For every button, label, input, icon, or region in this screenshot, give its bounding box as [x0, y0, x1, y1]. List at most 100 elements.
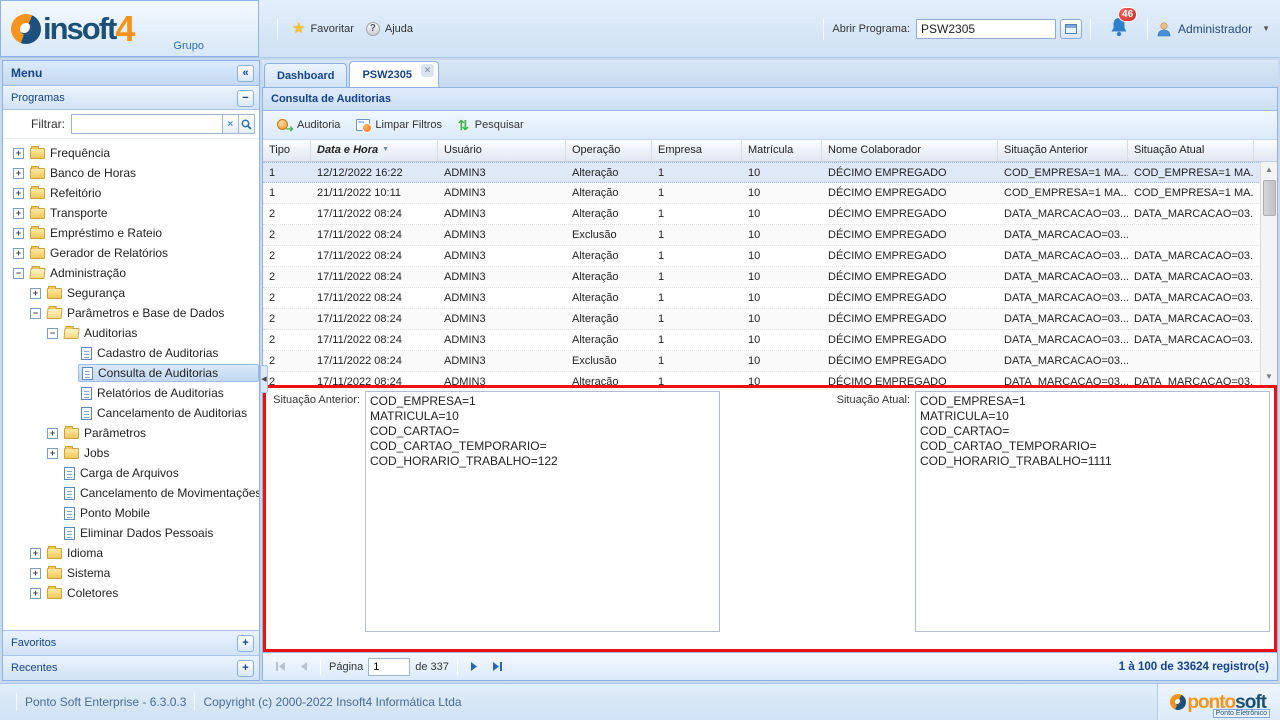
tree-item-coletores[interactable]: +Coletores: [5, 583, 259, 603]
programs-header[interactable]: Programas −: [3, 86, 259, 110]
table-row[interactable]: 112/12/2022 16:22ADMIN3Alteração110DÉCIM…: [263, 162, 1277, 183]
tree-expander-icon[interactable]: +: [13, 148, 24, 159]
tree-item-ponto-mobile[interactable]: Ponto Mobile: [5, 503, 259, 523]
splitter-collapse-handle[interactable]: ◀: [260, 365, 268, 393]
scroll-up-icon[interactable]: ▲: [1261, 162, 1277, 178]
tree-expander-icon[interactable]: +: [47, 448, 58, 459]
next-page-button[interactable]: [466, 658, 484, 676]
tree-item-jobs[interactable]: +Jobs: [5, 443, 259, 463]
tree-item-empr-stimo-e-rateio[interactable]: +Empréstimo e Rateio: [5, 223, 259, 243]
table-row[interactable]: 217/11/2022 08:24ADMIN3Alteração110DÉCIM…: [263, 330, 1277, 351]
column-header-situa-o-atual[interactable]: Situação Atual: [1128, 140, 1254, 161]
tree-item-banco-de-horas[interactable]: +Banco de Horas: [5, 163, 259, 183]
open-program-button[interactable]: [1060, 19, 1082, 39]
favorite-button[interactable]: ★ Favoritar: [286, 17, 360, 40]
tree-item-label: Carga de Arquivos: [80, 466, 179, 480]
column-header-opera-o[interactable]: Operação: [566, 140, 652, 161]
folder-icon: [64, 428, 79, 439]
last-page-button[interactable]: [489, 658, 507, 676]
column-header-tipo[interactable]: Tipo: [263, 140, 311, 161]
tree-expander-icon[interactable]: +: [30, 548, 41, 559]
table-row[interactable]: 217/11/2022 08:24ADMIN3Alteração110DÉCIM…: [263, 372, 1277, 385]
scroll-down-icon[interactable]: ▼: [1261, 369, 1277, 385]
search-button[interactable]: ⇄ Pesquisar: [451, 115, 531, 135]
tree-item-refeit-rio[interactable]: +Refeitório: [5, 183, 259, 203]
tree-item-frequ-ncia[interactable]: +Frequência: [5, 143, 259, 163]
programs-collapse-button[interactable]: −: [237, 90, 254, 107]
tree-expander-icon[interactable]: +: [13, 188, 24, 199]
tree-expander-icon[interactable]: +: [30, 568, 41, 579]
notifications-button[interactable]: 46: [1109, 16, 1129, 41]
vertical-scrollbar[interactable]: ▲ ▼: [1260, 162, 1277, 385]
tree-expander-icon[interactable]: +: [30, 288, 41, 299]
tree-expander-icon[interactable]: +: [13, 208, 24, 219]
collapse-sidebar-button[interactable]: «: [237, 65, 254, 82]
previous-page-button[interactable]: [294, 658, 312, 676]
column-header-empresa[interactable]: Empresa: [652, 140, 742, 161]
close-tab-icon[interactable]: ✕: [421, 64, 434, 77]
tree-expander-icon[interactable]: +: [13, 168, 24, 179]
tree-item-seguran-a[interactable]: +Segurança: [5, 283, 259, 303]
tree-expander-icon[interactable]: +: [47, 428, 58, 439]
column-header-nome-colaborador[interactable]: Nome Colaborador: [822, 140, 998, 161]
open-program-input[interactable]: [916, 19, 1056, 39]
tree-item-consulta-de-auditorias[interactable]: Consulta de Auditorias: [5, 363, 259, 383]
filter-clear-button[interactable]: ×: [222, 114, 238, 134]
filter-search-button[interactable]: [238, 114, 255, 134]
tree-item-administra-o[interactable]: −Administração: [5, 263, 259, 283]
column-header-matr-cula[interactable]: Matrícula: [742, 140, 822, 161]
column-header-situa-o-anterior[interactable]: Situação Anterior: [998, 140, 1128, 161]
tree-expander-icon[interactable]: −: [13, 268, 24, 279]
table-cell: ADMIN3: [438, 351, 566, 371]
filter-input[interactable]: [71, 114, 222, 134]
column-header-data-e-hora[interactable]: Data e Hora▼: [311, 140, 438, 161]
tree-item-relat-rios-de-auditorias[interactable]: Relatórios de Auditorias: [5, 383, 259, 403]
page-number-input[interactable]: [368, 658, 410, 676]
tab-psw2305[interactable]: PSW2305 ✕: [349, 61, 439, 87]
previous-situation-field[interactable]: COD_EMPRESA=1 MATRICULA=10 COD_CARTAO= C…: [365, 391, 720, 632]
favorites-section[interactable]: Favoritos +: [3, 630, 259, 655]
column-header-usu-rio[interactable]: Usuário: [438, 140, 566, 161]
tree-item-gerador-de-relat-rios[interactable]: +Gerador de Relatórios: [5, 243, 259, 263]
tree-item-idioma[interactable]: +Idioma: [5, 543, 259, 563]
tree-item-carga-de-arquivos[interactable]: Carga de Arquivos: [5, 463, 259, 483]
table-row[interactable]: 217/11/2022 08:24ADMIN3Exclusão110DÉCIMO…: [263, 351, 1277, 372]
scrollbar-thumb[interactable]: [1263, 180, 1276, 216]
tree-item-transporte[interactable]: +Transporte: [5, 203, 259, 223]
user-menu-button[interactable]: Administrador ▼: [1156, 21, 1270, 37]
recents-expand-button[interactable]: +: [237, 660, 254, 677]
tree-item-cadastro-de-auditorias[interactable]: Cadastro de Auditorias: [5, 343, 259, 363]
tree-item-par-metros-e-base-de-dados[interactable]: −Parâmetros e Base de Dados: [5, 303, 259, 323]
tree-item-sistema[interactable]: +Sistema: [5, 563, 259, 583]
tree-expander-icon[interactable]: −: [47, 328, 58, 339]
tab-dashboard[interactable]: Dashboard: [264, 63, 347, 87]
tree-item-par-metros[interactable]: +Parâmetros: [5, 423, 259, 443]
table-cell: ADMIN3: [438, 163, 566, 182]
table-row[interactable]: 217/11/2022 08:24ADMIN3Alteração110DÉCIM…: [263, 204, 1277, 225]
audit-button[interactable]: Auditoria: [269, 115, 347, 135]
first-page-button[interactable]: [271, 658, 289, 676]
tree-expander-icon[interactable]: −: [30, 308, 41, 319]
tree-item-cancelamento-de-movimenta-es[interactable]: Cancelamento de Movimentações: [5, 483, 259, 503]
table-cell: DATA_MARCACAO=03...: [1128, 246, 1254, 266]
tree-item-eliminar-dados-pessoais[interactable]: Eliminar Dados Pessoais: [5, 523, 259, 543]
favorites-expand-button[interactable]: +: [237, 635, 254, 652]
tree-expander-icon[interactable]: +: [13, 228, 24, 239]
table-row[interactable]: 121/11/2022 10:11ADMIN3Alteração110DÉCIM…: [263, 183, 1277, 204]
tree-expander-icon[interactable]: +: [13, 248, 24, 259]
table-row[interactable]: 217/11/2022 08:24ADMIN3Exclusão110DÉCIMO…: [263, 225, 1277, 246]
current-situation-field[interactable]: COD_EMPRESA=1 MATRICULA=10 COD_CARTAO= C…: [915, 391, 1270, 632]
table-row[interactable]: 217/11/2022 08:24ADMIN3Alteração110DÉCIM…: [263, 309, 1277, 330]
tree-expander-icon[interactable]: +: [30, 588, 41, 599]
table-row[interactable]: 217/11/2022 08:24ADMIN3Alteração110DÉCIM…: [263, 246, 1277, 267]
help-button[interactable]: ? Ajuda: [360, 18, 419, 40]
tree-item-cancelamento-de-auditorias[interactable]: Cancelamento de Auditorias: [5, 403, 259, 423]
tree-item-auditorias[interactable]: −Auditorias: [5, 323, 259, 343]
recents-section[interactable]: Recentes +: [3, 655, 259, 680]
clear-filters-button[interactable]: Limpar Filtros: [349, 116, 449, 134]
grid-body: 112/12/2022 16:22ADMIN3Alteração110DÉCIM…: [263, 162, 1277, 385]
table-row[interactable]: 217/11/2022 08:24ADMIN3Alteração110DÉCIM…: [263, 288, 1277, 309]
table-row[interactable]: 217/11/2022 08:24ADMIN3Alteração110DÉCIM…: [263, 267, 1277, 288]
table-cell: Alteração: [566, 163, 652, 182]
previous-situation-label: Situação Anterior:: [270, 391, 365, 646]
